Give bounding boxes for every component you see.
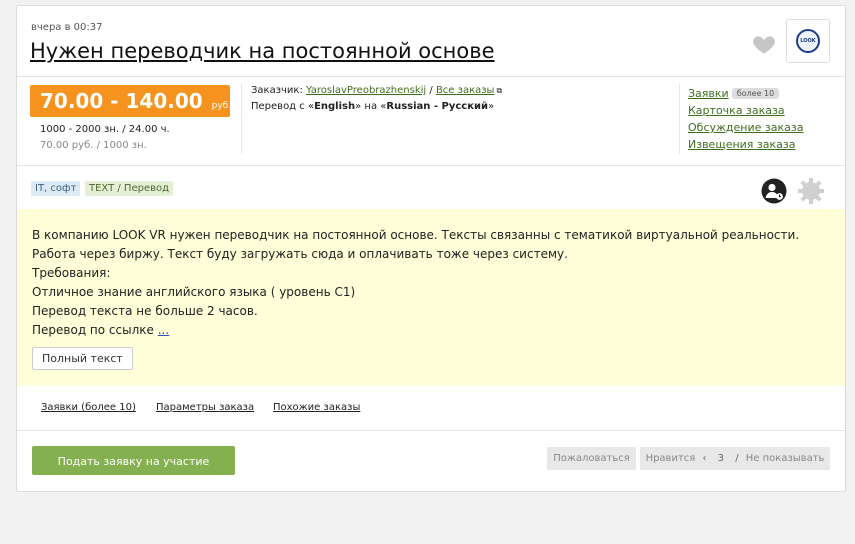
translation-mid: » на « [355, 101, 387, 112]
order-card: вчера в 00:37 Нужен переводчик на постоя… [16, 5, 846, 492]
applications-badge: более 10 [731, 88, 780, 99]
description-line: В компанию LOOK VR нужен переводчик на п… [32, 228, 800, 261]
like-button[interactable]: Нравится [646, 453, 696, 464]
price-currency: руб. [211, 101, 232, 111]
description-line: Перевод по ссылке ... [32, 321, 832, 340]
description-text: В компанию LOOK VR нужен переводчик на п… [32, 226, 832, 340]
description-line: Перевод текста не больше 2 часов. [32, 304, 258, 318]
order-title[interactable]: Нужен переводчик на постоянной основе [30, 39, 495, 63]
source-language: English [314, 101, 356, 112]
divider [17, 76, 845, 77]
tab-order-params[interactable]: Параметры заказа [156, 402, 254, 413]
category-tag-it[interactable]: IT, софт [31, 181, 81, 196]
hide-separator: / [735, 453, 739, 464]
external-link-icon: ⧉ [496, 86, 503, 95]
like-hide-group: Нравится ‹ 3 / Не показывать [640, 447, 830, 470]
report-button[interactable]: Пожаловаться [547, 447, 636, 470]
customer-label: Заказчик: [251, 85, 303, 96]
order-discussion-link[interactable]: Обсуждение заказа [688, 121, 803, 134]
full-text-button[interactable]: Полный текст [32, 347, 133, 370]
price-badge: 70.00 - 140.00 руб. [30, 85, 232, 117]
divider [679, 84, 680, 154]
price-range: 70.00 - 140.00 [40, 89, 203, 113]
order-description: В компанию LOOK VR нужен переводчик на п… [17, 209, 845, 386]
price-volume: 1000 - 2000 зн. / 24.00 ч. [40, 124, 170, 135]
tab-applications[interactable]: Заявки (более 10) [41, 402, 136, 413]
order-notices-link[interactable]: Извещения заказа [688, 138, 795, 151]
translation-prefix: Перевод с « [251, 101, 315, 112]
translation-suffix: » [488, 101, 495, 112]
translation-direction: Перевод с «English» на «Russian - Русски… [251, 101, 494, 112]
like-arrow-icon: ‹ [702, 453, 707, 464]
apply-button[interactable]: Подать заявку на участие [32, 446, 235, 475]
divider [241, 84, 242, 154]
favorite-heart-icon[interactable] [751, 31, 777, 57]
divider [17, 165, 845, 166]
description-line: Требования: [32, 266, 111, 280]
user-clock-icon[interactable] [761, 178, 787, 204]
all-orders-link[interactable]: Все заказы [436, 85, 495, 96]
like-count: 3 [717, 453, 725, 464]
hide-button[interactable]: Не показывать [746, 453, 825, 464]
order-timestamp: вчера в 00:37 [31, 22, 103, 33]
gear-icon[interactable] [797, 177, 825, 205]
customer-name-link[interactable]: YaroslavPreobrazhenskij [306, 85, 426, 96]
description-line: Отличное знание английского языка ( уров… [32, 285, 356, 299]
side-links: Заявки более 10 Карточка заказа Обсуждени… [688, 85, 803, 153]
order-card-link[interactable]: Карточка заказа [688, 104, 785, 117]
customer-logo-mark: LOOK [796, 29, 820, 53]
customer-info: Заказчик: YaroslavPreobrazhenskij / Все … [251, 85, 502, 96]
price-rate: 70.00 руб. / 1000 зн. [40, 140, 147, 151]
target-language: Russian - Русский [386, 101, 489, 112]
customer-logo[interactable]: LOOK [786, 19, 830, 63]
tab-similar-orders[interactable]: Похожие заказы [273, 402, 360, 413]
applications-link[interactable]: Заявки [688, 87, 729, 100]
description-last-line: Перевод по ссылке [32, 323, 154, 337]
customer-separator: / [429, 85, 433, 96]
divider [17, 430, 845, 431]
read-more-link[interactable]: ... [158, 323, 169, 337]
category-tag-translation[interactable]: TEXT / Перевод [85, 181, 174, 196]
